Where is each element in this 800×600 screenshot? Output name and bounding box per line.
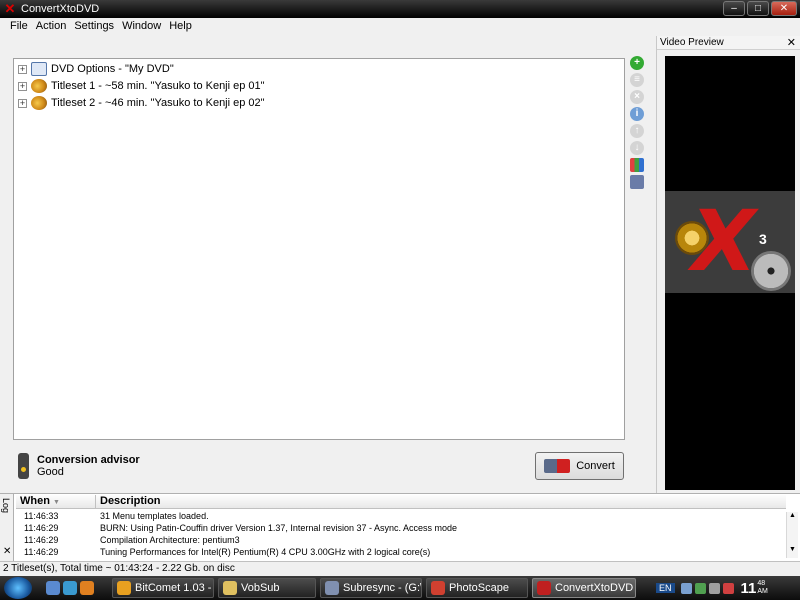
conversion-advisor: Conversion advisor Good <box>18 453 140 479</box>
info-icon[interactable]: i <box>630 107 644 121</box>
tree-item-label: Titleset 2 - ~46 min. "Yasuko to Kenji e… <box>51 97 265 109</box>
app-icon <box>223 581 237 595</box>
menu-window[interactable]: Window <box>118 20 165 32</box>
menu-help[interactable]: Help <box>165 20 196 32</box>
quick-launch <box>46 581 94 595</box>
move-down-icon[interactable]: ↓ <box>630 141 644 155</box>
ie-icon[interactable] <box>63 581 77 595</box>
taskbar-button[interactable]: PhotoScape <box>426 578 528 598</box>
log-row: 11:46:29 BURN: Using Patin-Couffin drive… <box>24 523 457 533</box>
advisor-title: Conversion advisor <box>37 454 140 466</box>
column-when[interactable]: When ▼ <box>16 495 96 508</box>
volume-icon[interactable] <box>708 582 720 594</box>
maximize-button[interactable]: □ <box>747 1 769 16</box>
log-tab-label: Log <box>1 498 11 514</box>
remove-icon[interactable]: × <box>630 90 644 104</box>
video-preview-title: Video Preview <box>660 37 724 48</box>
taskbar-button[interactable]: ConvertXtoDVD <box>532 578 636 598</box>
close-button[interactable]: ✕ <box>771 1 797 16</box>
convert-label: Convert <box>576 460 615 472</box>
app-window: ✕ ConvertXtoDVD – □ ✕ File Action Settin… <box>0 0 800 576</box>
preview-screen-icon[interactable] <box>630 175 644 189</box>
minimize-button[interactable]: – <box>723 1 745 16</box>
log-tab[interactable]: Log ✕ <box>0 494 14 562</box>
expand-icon[interactable]: + <box>18 81 27 91</box>
log-row: 11:46:29 Compilation Architecture: penti… <box>24 535 240 545</box>
language-indicator[interactable]: EN <box>656 583 675 593</box>
clock-minutes: 48 <box>757 580 766 587</box>
app-icon <box>117 581 131 595</box>
film-reel-icon <box>31 79 47 93</box>
tree-item-label: Titleset 1 - ~58 min. "Yasuko to Kenji e… <box>51 80 265 92</box>
project-tree[interactable]: + DVD Options - "My DVD" + Titleset 1 - … <box>13 58 625 440</box>
taskbar-button-label: BitComet 1.03 - D... <box>135 582 213 594</box>
tree-item-titleset-2[interactable]: + Titleset 2 - ~46 min. "Yasuko to Kenji… <box>18 95 265 111</box>
clock-ampm: AM <box>757 588 768 595</box>
window-title: ConvertXtoDVD <box>21 3 100 15</box>
side-toolbar: + ≡ × i ↑ ↓ <box>630 56 646 192</box>
scroll-down-icon[interactable]: ▼ <box>787 546 798 556</box>
app-x-icon: ✕ <box>4 1 16 16</box>
taskbar-button-label: ConvertXtoDVD <box>555 582 634 594</box>
video-preview-header: Video Preview ✕ <box>657 36 800 50</box>
tray-icon[interactable] <box>680 582 692 594</box>
taskbar-button[interactable]: BitComet 1.03 - D... <box>112 578 214 598</box>
dvd-options-icon <box>31 62 47 76</box>
status-text: 2 Titleset(s), Total time ~ 01:43:24 - 2… <box>3 563 235 574</box>
scroll-up-icon[interactable]: ▲ <box>787 512 798 522</box>
convert-icon <box>544 459 571 473</box>
move-up-icon[interactable]: ↑ <box>630 124 644 138</box>
menu-settings[interactable]: Settings <box>70 20 118 32</box>
tree-item-label: DVD Options - "My DVD" <box>51 63 174 75</box>
firefox-icon[interactable] <box>80 581 94 595</box>
clock-hour[interactable]: 11 <box>741 580 757 597</box>
convertx-logo: X 3 <box>665 191 795 293</box>
taskbar-button[interactable]: VobSub <box>218 578 316 598</box>
menu-bar: File Action Settings Window Help <box>0 18 800 34</box>
log-header: When ▼ Description <box>16 495 786 509</box>
taskbar-button-label: Subresync - (G:\Y... <box>343 582 422 594</box>
close-log-icon[interactable]: ✕ <box>3 546 11 557</box>
log-row: 11:46:29 Tuning Performances for Intel(R… <box>24 547 431 557</box>
disc-icon <box>751 251 791 291</box>
tree-item-dvd-options[interactable]: + DVD Options - "My DVD" <box>18 61 174 77</box>
add-icon[interactable]: + <box>630 56 644 70</box>
app-icon <box>431 581 445 595</box>
security-icon[interactable] <box>722 582 734 594</box>
expand-icon[interactable]: + <box>18 98 27 108</box>
video-preview-screen: X 3 <box>665 56 795 490</box>
chapters-icon[interactable] <box>630 158 644 172</box>
taskbar-button-label: PhotoScape <box>449 582 509 594</box>
film-reel-icon <box>31 96 47 110</box>
traffic-light-icon <box>18 453 29 479</box>
logo-version: 3 <box>759 231 767 247</box>
menu-action[interactable]: Action <box>32 20 71 32</box>
menu-file[interactable]: File <box>6 20 32 32</box>
taskbar-button[interactable]: Subresync - (G:\Y... <box>320 578 422 598</box>
advisor-status: Good <box>37 466 64 478</box>
log-row: 11:46:33 31 Menu templates loaded. <box>24 511 209 521</box>
tree-item-titleset-1[interactable]: + Titleset 1 - ~58 min. "Yasuko to Kenji… <box>18 78 265 94</box>
network-icon[interactable] <box>694 582 706 594</box>
show-desktop-icon[interactable] <box>46 581 60 595</box>
sort-down-icon: ▼ <box>53 499 60 506</box>
app-icon <box>537 581 551 595</box>
log-panel: Log ✕ When ▼ Description 11:46:33 31 Men… <box>0 493 800 562</box>
log-scrollbar[interactable]: ▲ ▼ <box>786 512 798 558</box>
start-button[interactable] <box>4 577 32 599</box>
app-icon <box>325 581 339 595</box>
convert-button[interactable]: Convert <box>535 452 624 480</box>
close-preview-icon[interactable]: ✕ <box>787 36 796 49</box>
system-tray: EN 11 48 AM <box>656 576 800 600</box>
taskbar-button-label: VobSub <box>241 582 280 594</box>
edit-icon[interactable]: ≡ <box>630 73 644 87</box>
taskbar: BitComet 1.03 - D... VobSub Subresync - (G… <box>0 576 800 600</box>
task-list: BitComet 1.03 - D... VobSub Subresync - (G… <box>108 578 636 598</box>
status-bar: 2 Titleset(s), Total time ~ 01:43:24 - 2… <box>0 561 800 576</box>
title-bar[interactable]: ✕ ConvertXtoDVD – □ ✕ <box>0 0 800 18</box>
column-description[interactable]: Description <box>96 495 161 508</box>
expand-icon[interactable]: + <box>18 64 27 74</box>
video-preview-panel: Video Preview ✕ X 3 <box>656 36 800 494</box>
